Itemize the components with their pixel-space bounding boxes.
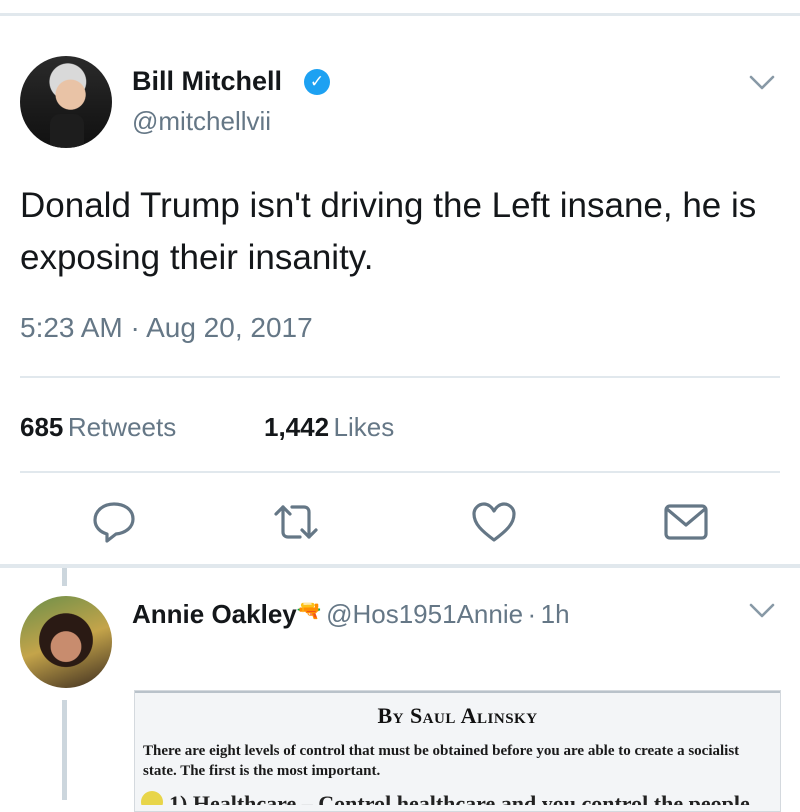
retweets-count: 685 [20, 412, 64, 442]
highlight-bullet-icon [141, 791, 163, 805]
document-title: By Saul Alinsky [377, 703, 538, 728]
pistol-emoji-icon: 🔫 [296, 600, 322, 622]
reply-header: Annie Oakley🔫 @Hos1951Annie · 1h [132, 598, 570, 630]
reply-icon[interactable] [90, 498, 138, 546]
thread-line [62, 568, 67, 586]
tweet-text: Donald Trump isn't driving the Left insa… [20, 186, 757, 277]
retweets-stat[interactable]: 685 Retweets [20, 412, 176, 443]
document-body: There are eight levels of control that m… [143, 743, 740, 779]
retweet-icon[interactable] [272, 498, 320, 546]
reply-author-name[interactable]: Annie Oakley [132, 599, 297, 629]
reply-author-avatar[interactable] [20, 596, 112, 688]
document-partial-text: 1) Healthcare – Control healthcare and y… [169, 791, 750, 805]
direct-message-icon[interactable] [662, 498, 710, 546]
author-handle[interactable]: @mitchellvii [132, 106, 271, 137]
author-avatar[interactable] [20, 56, 112, 148]
attached-image[interactable]: By Saul Alinsky There are eight levels o… [134, 690, 781, 812]
chevron-down-icon[interactable] [748, 600, 776, 620]
divider [20, 471, 780, 473]
top-divider [0, 13, 800, 16]
likes-count: 1,442 [264, 412, 330, 442]
retweets-label: Retweets [67, 412, 177, 442]
author-name[interactable]: Bill Mitchell [132, 66, 282, 97]
thread-line [62, 700, 67, 800]
reply-time[interactable]: 1h [541, 599, 570, 629]
reply-author-handle[interactable]: @Hos1951Annie [326, 599, 523, 629]
chevron-down-icon[interactable] [748, 72, 776, 92]
divider [20, 376, 780, 378]
tweet-timestamp[interactable]: 5:23 AM · Aug 20, 2017 [20, 312, 313, 344]
verified-badge-icon: ✓ [304, 69, 330, 95]
like-icon[interactable] [470, 498, 518, 546]
likes-stat[interactable]: 1,442 Likes [264, 412, 394, 443]
likes-label: Likes [333, 412, 395, 442]
separator-dot: · [527, 599, 537, 629]
section-divider [0, 564, 800, 568]
document-partial-line: 1) Healthcare – Control healthcare and y… [141, 791, 771, 805]
